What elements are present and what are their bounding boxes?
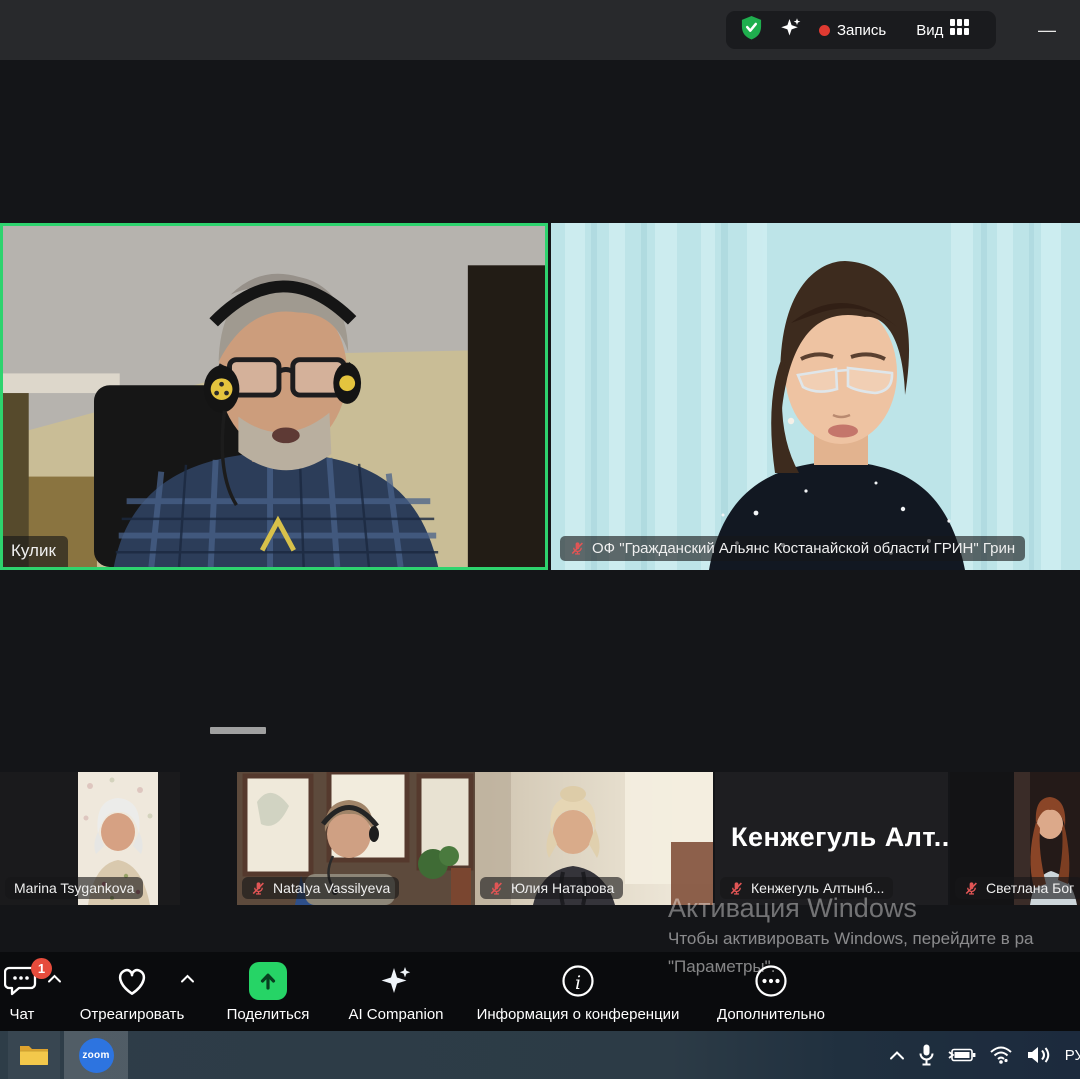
zoom-meeting-window: Запись Вид — <box>0 0 1080 1079</box>
share-button[interactable]: Поделиться <box>212 952 324 1031</box>
natalya-name-label: Natalya Vassilyeva <box>242 877 399 899</box>
muted-mic-icon <box>570 541 585 556</box>
language-indicator[interactable]: РУ <box>1065 1047 1080 1064</box>
grin-video-feed <box>551 223 1080 570</box>
record-dot-icon <box>819 25 830 36</box>
react-button[interactable]: Отреагировать <box>62 952 202 1031</box>
grid-view-icon <box>950 19 969 41</box>
video-tile-grin[interactable]: ОФ "Гражданский Альянс Костанайской обла… <box>551 223 1080 570</box>
share-screen-icon <box>249 962 287 1000</box>
marina-name-label: Marina Tsygankova <box>5 877 143 899</box>
chat-label: Чат <box>10 1006 35 1023</box>
more-ellipsis-icon <box>754 964 788 998</box>
meeting-info-label: Информация о конференции <box>477 1006 680 1023</box>
folder-icon <box>19 1043 49 1067</box>
muted-mic-icon <box>489 881 504 896</box>
tray-expand-chevron-icon[interactable] <box>889 1050 905 1060</box>
minimize-button[interactable]: — <box>1034 18 1060 42</box>
kulik-video-feed <box>3 226 545 567</box>
kenzhegul-name-label: Кенжегуль Алтынб... <box>720 877 893 899</box>
share-label: Поделиться <box>227 1006 310 1023</box>
recording-indicator[interactable]: Запись <box>819 22 886 39</box>
kulik-name-text: Кулик <box>11 541 56 561</box>
view-label: Вид <box>916 22 943 39</box>
video-tile-yulia[interactable]: Юлия Натарова <box>475 772 713 905</box>
marina-name-text: Marina Tsygankova <box>14 880 134 896</box>
heart-icon <box>114 965 150 997</box>
zoom-app-icon: zoom <box>79 1038 114 1073</box>
kenzhegul-display-name: Кенжегуль Алт... <box>731 822 958 853</box>
svg-text:i: i <box>575 972 581 994</box>
meeting-toolbar: 1 Чат Отреагировать Поделиться <box>0 952 1080 1031</box>
natalya-name-text: Natalya Vassilyeva <box>273 880 390 896</box>
yulia-name-label: Юлия Натарова <box>480 877 623 899</box>
svetlana-name-label: Светлана Бог <box>955 877 1080 899</box>
video-tile-kenzhegul[interactable]: Кенжегуль Алт... Кенжегуль Алтынб... <box>715 772 948 905</box>
video-tile-marina[interactable]: Marina Tsygankova <box>0 772 180 905</box>
kulik-name-label: Кулик <box>3 536 68 567</box>
yulia-name-text: Юлия Натарова <box>511 880 614 896</box>
tray-speaker-icon[interactable] <box>1026 1045 1052 1065</box>
record-label: Запись <box>837 22 886 39</box>
svetlana-name-text: Светлана Бог <box>986 880 1074 896</box>
video-tile-svetlana[interactable]: Светлана Бог <box>950 772 1080 905</box>
chat-button[interactable]: 1 Чат <box>0 952 60 1031</box>
thumbnail-strip-scroll-handle[interactable] <box>210 727 266 734</box>
windows-taskbar: zoom РУ <box>0 1031 1080 1079</box>
muted-mic-icon <box>964 881 979 896</box>
meeting-stage: Кулик <box>0 60 1080 1031</box>
meeting-info-button[interactable]: i Информация о конференции <box>466 952 690 1031</box>
react-label: Отреагировать <box>80 1006 185 1023</box>
ai-companion-sparkle-icon[interactable] <box>779 16 803 45</box>
more-button[interactable]: Дополнительно <box>706 952 836 1031</box>
chat-caret-icon[interactable] <box>47 974 62 983</box>
more-label: Дополнительно <box>717 1006 825 1023</box>
security-shield-icon[interactable] <box>740 15 763 45</box>
react-caret-icon[interactable] <box>180 974 195 983</box>
ai-companion-label: AI Companion <box>348 1006 443 1023</box>
muted-mic-icon <box>729 881 744 896</box>
system-tray: РУ <box>889 1031 1080 1079</box>
ai-companion-button[interactable]: AI Companion <box>336 952 456 1031</box>
tray-microphone-icon[interactable] <box>918 1043 935 1067</box>
file-explorer-taskbar-button[interactable] <box>8 1031 60 1079</box>
tray-wifi-icon[interactable] <box>989 1045 1013 1065</box>
ai-sparkle-icon <box>379 964 413 998</box>
muted-mic-icon <box>251 881 266 896</box>
window-title-bar: Запись Вид — <box>0 0 1080 60</box>
grin-name-label: ОФ "Гражданский Альянс Костанайской обла… <box>560 536 1025 561</box>
video-tile-natalya[interactable]: Natalya Vassilyeva <box>237 772 475 905</box>
windows-activation-line2: Чтобы активировать Windows, перейдите в … <box>668 929 1033 949</box>
kenzhegul-name-text: Кенжегуль Алтынб... <box>751 880 884 896</box>
meeting-controls-pill: Запись Вид <box>726 11 996 49</box>
tray-battery-icon[interactable] <box>948 1046 976 1064</box>
info-icon: i <box>561 964 595 998</box>
video-tile-kulik[interactable]: Кулик <box>0 223 548 570</box>
zoom-taskbar-button[interactable]: zoom <box>64 1031 128 1079</box>
grin-name-text: ОФ "Гражданский Альянс Костанайской обла… <box>592 540 1015 557</box>
view-button[interactable]: Вид <box>916 19 969 41</box>
